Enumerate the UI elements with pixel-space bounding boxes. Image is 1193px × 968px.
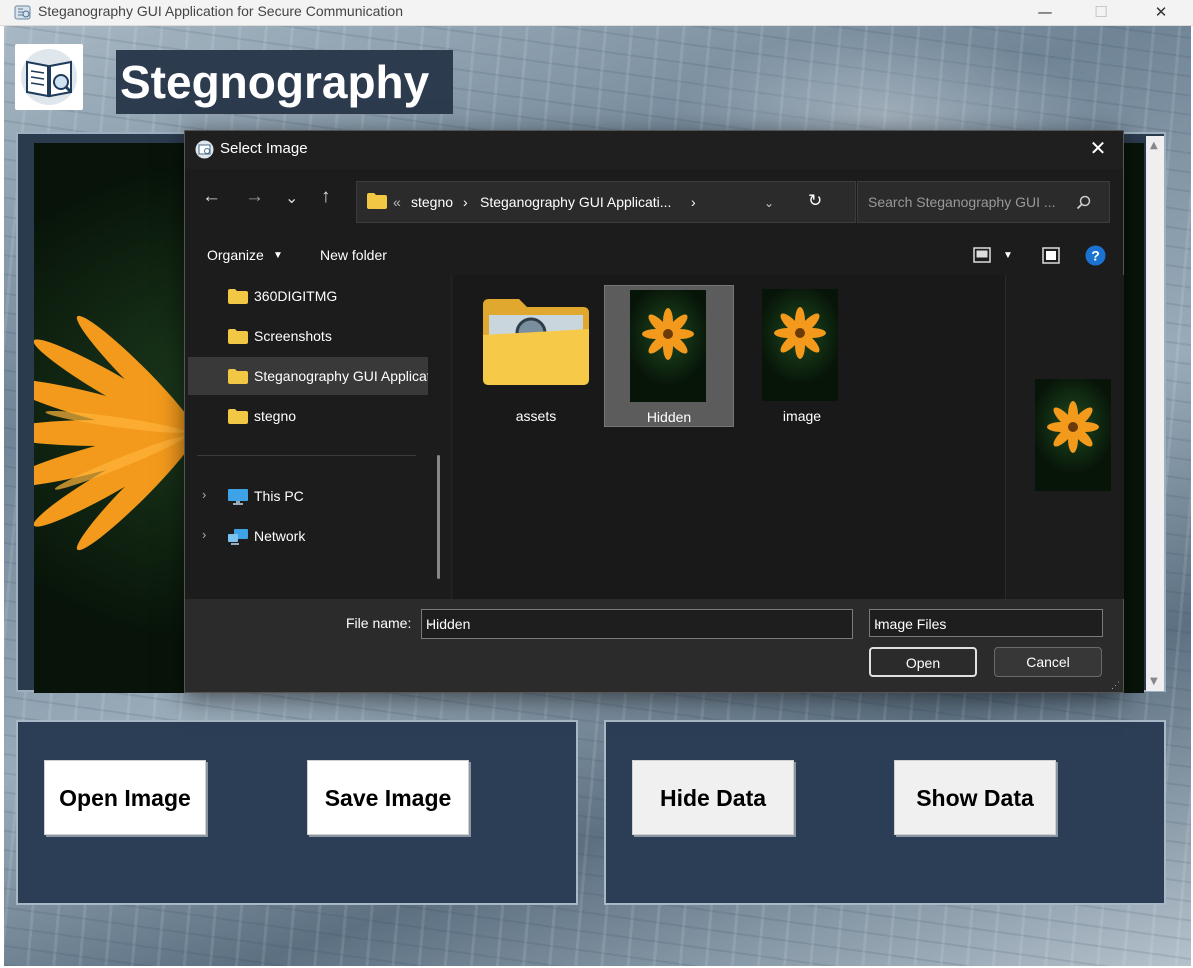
file-name-label: File name: — [346, 615, 412, 631]
open-image-button[interactable]: Open Image — [44, 760, 206, 835]
show-data-button[interactable]: Show Data — [894, 760, 1056, 835]
dialog-close-button[interactable]: ✕ — [1083, 136, 1113, 161]
sidebar-item-label: This PC — [254, 488, 304, 504]
select-image-dialog: Select Image ✕ ← → ⌄ ↑ « stegno › Stegan… — [184, 130, 1124, 693]
dialog-footer: File name: Hidden ⌄ Image Files ⌄ Open C… — [185, 599, 1123, 692]
organize-menu[interactable]: Organize — [207, 247, 264, 263]
file-type-select[interactable]: Image Files ⌄ — [869, 609, 1103, 637]
image-vertical-scrollbar[interactable]: ▲ ▼ — [1146, 136, 1164, 691]
flower-image — [774, 307, 826, 359]
breadcrumb-item[interactable]: Steganography GUI Applicati... — [480, 194, 671, 210]
breadcrumb-overflow[interactable]: « — [393, 194, 401, 210]
breadcrumb-separator: › — [691, 194, 696, 210]
preview-image — [1035, 379, 1111, 491]
save-image-button[interactable]: Save Image — [307, 760, 469, 835]
address-bar[interactable]: « stegno › Steganography GUI Applicati..… — [356, 181, 856, 223]
forward-arrow-icon[interactable]: → — [245, 186, 264, 208]
preview-pane-icon[interactable] — [1042, 247, 1060, 264]
navigation-pane: 360DIGITMG Screenshots Steganography GUI… — [185, 275, 450, 599]
file-name-input[interactable]: Hidden ⌄ — [421, 609, 853, 639]
help-icon[interactable]: ? — [1085, 245, 1106, 266]
scroll-up-arrow-icon[interactable]: ▲ — [1150, 140, 1158, 151]
hidden-image-thumbnail — [630, 290, 706, 402]
sidebar-item-stegno[interactable]: stegno — [188, 397, 428, 435]
sidebar-item-this-pc[interactable]: › This PC — [188, 477, 428, 515]
dialog-title: Select Image — [220, 140, 308, 157]
search-icon — [1076, 195, 1091, 210]
view-options-icon[interactable] — [973, 247, 991, 263]
refresh-icon[interactable]: ↻ — [808, 191, 822, 211]
sidebar-item-network[interactable]: › Network — [188, 517, 428, 555]
window-titlebar: Steganography GUI Application for Secure… — [0, 0, 1193, 26]
book-globe-icon — [14, 5, 31, 20]
sidebar-item-label: Steganography GUI Application for Secure… — [254, 368, 428, 384]
sidebar-divider — [197, 455, 416, 456]
minimize-button[interactable]: — — [1022, 0, 1068, 25]
image-thumbnail — [762, 289, 838, 401]
sidebar-item-label: Screenshots — [254, 328, 332, 344]
open-button[interactable]: Open — [869, 647, 977, 677]
book-globe-icon — [195, 140, 214, 159]
new-folder-button[interactable]: New folder — [320, 247, 387, 263]
file-item-image[interactable]: image — [737, 285, 867, 427]
file-name: image — [782, 408, 822, 424]
folder-icon — [367, 193, 387, 209]
cancel-button[interactable]: Cancel — [994, 647, 1102, 677]
expand-chevron-icon[interactable]: › — [202, 527, 206, 542]
network-icon — [228, 529, 248, 545]
dialog-toolbar: Organize ▼ New folder ▼ ? — [185, 237, 1123, 275]
back-arrow-icon[interactable]: ← — [202, 186, 221, 208]
hide-data-button[interactable]: Hide Data — [632, 760, 794, 835]
address-dropdown-chevron-icon[interactable]: ⌄ — [764, 196, 774, 210]
maximize-button[interactable]: ☐ — [1078, 0, 1124, 25]
sidebar-item-label: 360DIGITMG — [254, 288, 338, 304]
computer-icon — [228, 489, 248, 505]
resize-grip-icon[interactable]: ⋰ — [1111, 680, 1120, 691]
sidebar-item-label: Network — [254, 528, 306, 544]
flower-image — [642, 308, 694, 360]
breadcrumb-separator: › — [463, 194, 468, 210]
file-name: Hidden — [646, 409, 692, 425]
dialog-titlebar: Select Image ✕ — [185, 131, 1123, 169]
search-placeholder: Search Steganography GUI ... — [868, 194, 1056, 210]
file-name: assets — [515, 408, 557, 424]
up-arrow-icon[interactable]: ↑ — [321, 186, 331, 208]
book-search-icon — [21, 49, 77, 105]
sidebar-item-label: stegno — [254, 408, 297, 424]
preview-pane — [1005, 275, 1124, 599]
file-item-hidden[interactable]: Hidden — [604, 285, 734, 427]
breadcrumb-item[interactable]: stegno — [411, 194, 453, 210]
view-chevron-icon[interactable]: ▼ — [1003, 250, 1013, 261]
file-item-assets[interactable]: assets — [471, 285, 601, 427]
sidebar-item-screenshots[interactable]: Screenshots — [188, 317, 428, 355]
folder-icon — [228, 369, 248, 384]
search-input[interactable]: Search Steganography GUI ... — [857, 181, 1110, 223]
folder-icon — [228, 329, 248, 344]
file-type-dropdown-chevron-icon[interactable]: ⌄ — [874, 616, 1096, 629]
app-heading: Stegnography — [116, 50, 453, 114]
close-window-button[interactable]: ✕ — [1138, 0, 1184, 25]
folder-icon — [483, 299, 589, 385]
expand-chevron-icon[interactable]: › — [202, 487, 206, 502]
flower-image — [1047, 401, 1099, 453]
svg-text:?: ? — [1091, 248, 1100, 264]
sidebar-item-steganography-gui-application[interactable]: Steganography GUI Application for Secure… — [188, 357, 428, 395]
window-title: Steganography GUI Application for Secure… — [38, 3, 403, 19]
folder-icon — [228, 409, 248, 424]
file-name-dropdown-chevron-icon[interactable]: ⌄ — [426, 616, 846, 629]
sidebar-item-360digitmg[interactable]: 360DIGITMG — [188, 277, 428, 315]
sidebar-scrollbar[interactable] — [437, 455, 440, 579]
app-logo — [15, 44, 83, 110]
recent-locations-chevron-icon[interactable]: ⌄ — [285, 188, 298, 208]
organize-chevron-icon[interactable]: ▼ — [273, 250, 283, 261]
folder-icon — [228, 289, 248, 304]
scroll-down-arrow-icon[interactable]: ▼ — [1150, 676, 1158, 687]
